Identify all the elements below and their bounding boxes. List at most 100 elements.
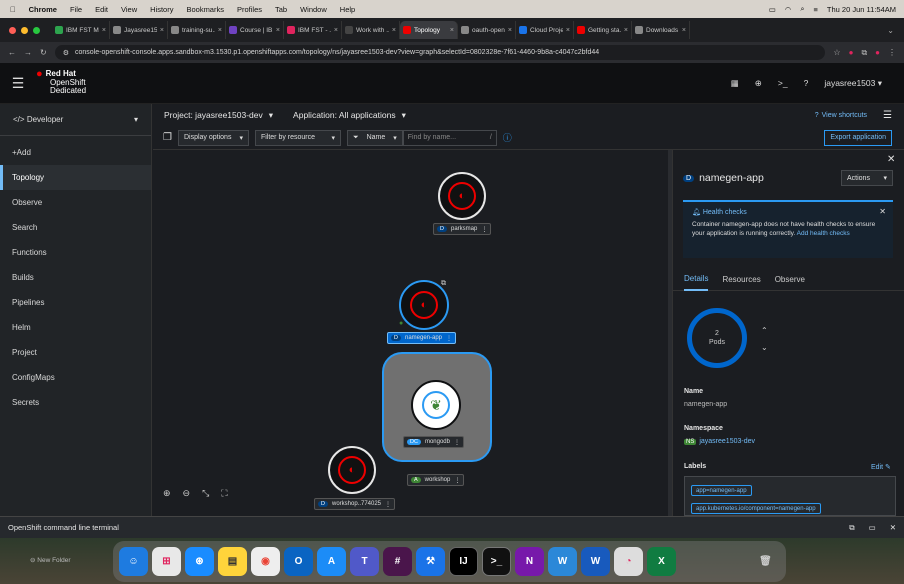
user-menu[interactable]: jayasree1503 ▾ (824, 78, 882, 89)
scale-down-icon[interactable]: ⌄ (761, 343, 768, 352)
xcode-icon[interactable]: ⚒ (416, 547, 445, 576)
actions-dropdown[interactable]: Actions ▾ (841, 170, 893, 186)
close-panel-icon[interactable]: ✕ (887, 154, 895, 165)
slack-icon[interactable]: # (383, 547, 412, 576)
browser-tab[interactable]: Cloud Proje...× (516, 21, 574, 39)
menu-window[interactable]: Window (300, 5, 327, 14)
excel-icon[interactable]: X (647, 547, 676, 576)
nav-configmaps[interactable]: ConfigMaps (0, 365, 151, 390)
search-icon[interactable]: ⌕ (800, 4, 804, 14)
menu-app-name[interactable]: Chrome (29, 5, 57, 14)
desktop-folder[interactable]: ⊖ New Folder (30, 556, 71, 564)
close-alert-icon[interactable]: ✕ (879, 207, 886, 217)
color-picker-icon[interactable]: ◔ (614, 547, 643, 576)
parksmap-label[interactable]: Dparksmap ⋮ (433, 223, 492, 235)
menu-view[interactable]: View (121, 5, 137, 14)
wifi-icon[interactable]: ◠ (785, 5, 792, 14)
view-shortcuts-link[interactable]: View shortcuts (822, 112, 867, 119)
export-application-button[interactable]: Export application (824, 129, 892, 146)
browser-tab[interactable]: Work with ... × (342, 21, 400, 39)
teams-icon[interactable]: T (350, 547, 379, 576)
close-terminal-icon[interactable]: ✕ (890, 523, 896, 533)
zoom-out-icon[interactable]: ⊖ (183, 488, 191, 499)
menu-tab[interactable]: Tab (275, 5, 287, 14)
nav-search[interactable]: Search (0, 215, 151, 240)
menu-help[interactable]: Help (340, 5, 355, 14)
open-url-icon[interactable]: ⧉ (441, 280, 446, 288)
kebab-icon[interactable]: ⋮ (385, 501, 391, 508)
terminal-drawer[interactable]: OpenShift command line terminal ⧉ ▭ ✕ (0, 516, 904, 538)
nav-observe[interactable]: Observe (0, 190, 151, 215)
menu-profiles[interactable]: Profiles (237, 5, 262, 14)
edit-labels-link[interactable]: Edit ✎ (871, 463, 891, 471)
safari-icon[interactable]: ⊛ (185, 547, 214, 576)
fit-to-screen-icon[interactable]: ⤡ (202, 488, 209, 499)
nav-functions[interactable]: Functions (0, 240, 151, 265)
perspective-switcher[interactable]: </> Developer ▾ (0, 104, 151, 136)
application-caret-icon[interactable]: ▾ (402, 110, 406, 121)
tab-details[interactable]: Details (684, 269, 709, 291)
profile-avatar-icon[interactable]: ● (875, 48, 880, 57)
filter-by-resource-dropdown[interactable]: Filter by resource ▾ (254, 129, 341, 146)
launchpad-icon[interactable]: ⊞ (152, 547, 181, 576)
nav-helm[interactable]: Helm (0, 315, 151, 340)
build-status-icon[interactable]: ● (399, 320, 403, 327)
tab-observe[interactable]: Observe (775, 275, 805, 284)
menu-history[interactable]: History (150, 5, 173, 14)
browser-tab[interactable]: Course | IB...× (226, 21, 284, 39)
workshop-node[interactable]: ◐ (328, 446, 376, 494)
maximize-terminal-icon[interactable]: ▭ (869, 523, 876, 533)
tab-close-icon[interactable]: × (450, 27, 454, 34)
minimize-window-button[interactable] (21, 26, 28, 34)
list-view-icon[interactable]: ☰ (883, 110, 892, 121)
kebab-icon[interactable]: ⋮ (454, 439, 460, 446)
menu-bookmarks[interactable]: Bookmarks (186, 5, 224, 14)
workshop-app-group-label[interactable]: Aworkshop ⋮ (407, 474, 465, 486)
nav-builds[interactable]: Builds (0, 265, 151, 290)
application-selector[interactable]: Application: All applications (293, 110, 396, 120)
browser-tab[interactable]: oauth-open...× (458, 21, 516, 39)
apple-icon[interactable]:  (10, 5, 16, 14)
tab-close-icon[interactable]: × (102, 27, 106, 34)
tab-close-icon[interactable]: × (334, 27, 338, 34)
menu-edit[interactable]: Edit (95, 5, 108, 14)
tab-resources[interactable]: Resources (722, 275, 760, 284)
brand-logo[interactable]: ● Red Hat OpenShift Dedicated (36, 69, 86, 96)
browser-tab[interactable]: Jayasree15...× (110, 21, 168, 39)
add-icon[interactable]: ⊕ (755, 78, 762, 89)
reset-view-icon[interactable]: ⛶ (221, 488, 227, 499)
address-bar[interactable]: ⚙ console-openshift-console.apps.sandbox… (54, 45, 826, 60)
word-icon[interactable]: W (581, 547, 610, 576)
nav-add[interactable]: +Add (0, 140, 151, 165)
project-caret-icon[interactable]: ▾ (269, 110, 273, 121)
onenote-icon[interactable]: N (515, 547, 544, 576)
namespace-link[interactable]: jayasree1503-dev (699, 438, 755, 445)
finder-icon[interactable]: ☺ (119, 547, 148, 576)
bookmark-star-icon[interactable]: ☆ (833, 48, 840, 57)
tab-close-icon[interactable]: × (392, 27, 396, 34)
parksmap-node[interactable]: ◐ (438, 172, 486, 220)
hamburger-menu-icon[interactable]: ☰ (0, 75, 36, 92)
browser-tab[interactable]: Topology × (400, 21, 458, 39)
info-icon[interactable]: ⓘ (503, 131, 512, 144)
browser-menu-icon[interactable]: ⋮ (888, 48, 896, 57)
back-icon[interactable]: ← (8, 48, 16, 57)
nav-pipelines[interactable]: Pipelines (0, 290, 151, 315)
tab-close-icon[interactable]: × (624, 27, 628, 34)
terminal-icon[interactable]: >_ (778, 78, 788, 88)
label-chip[interactable]: app=namegen-app (691, 485, 752, 496)
find-by-name-input[interactable]: Find by name... / (402, 129, 497, 146)
project-selector[interactable]: Project: jayasree1503-dev (164, 110, 263, 120)
notes-icon[interactable]: ▤ (218, 547, 247, 576)
tab-close-icon[interactable]: × (566, 27, 570, 34)
chrome-icon[interactable]: ◉ (251, 547, 280, 576)
browser-tab[interactable]: IBM FST M...× (52, 21, 110, 39)
open-terminal-new-tab-icon[interactable]: ⧉ (849, 523, 854, 533)
tab-close-icon[interactable]: × (160, 27, 164, 34)
topology-canvas[interactable]: ◐ Dparksmap ⋮ ◐ ⧉ ● Dnamegen-app ⋮ ❦ DC mon… (153, 150, 668, 516)
extensions-puzzle-icon[interactable]: ⧉ (861, 48, 867, 58)
book-icon[interactable]: ❐ (163, 132, 172, 143)
labels-box[interactable]: app=namegen-app app.kubernetes.io/compon… (684, 476, 896, 516)
kebab-icon[interactable]: ⋮ (481, 226, 487, 233)
add-health-checks-link[interactable]: Add health checks (797, 230, 850, 237)
